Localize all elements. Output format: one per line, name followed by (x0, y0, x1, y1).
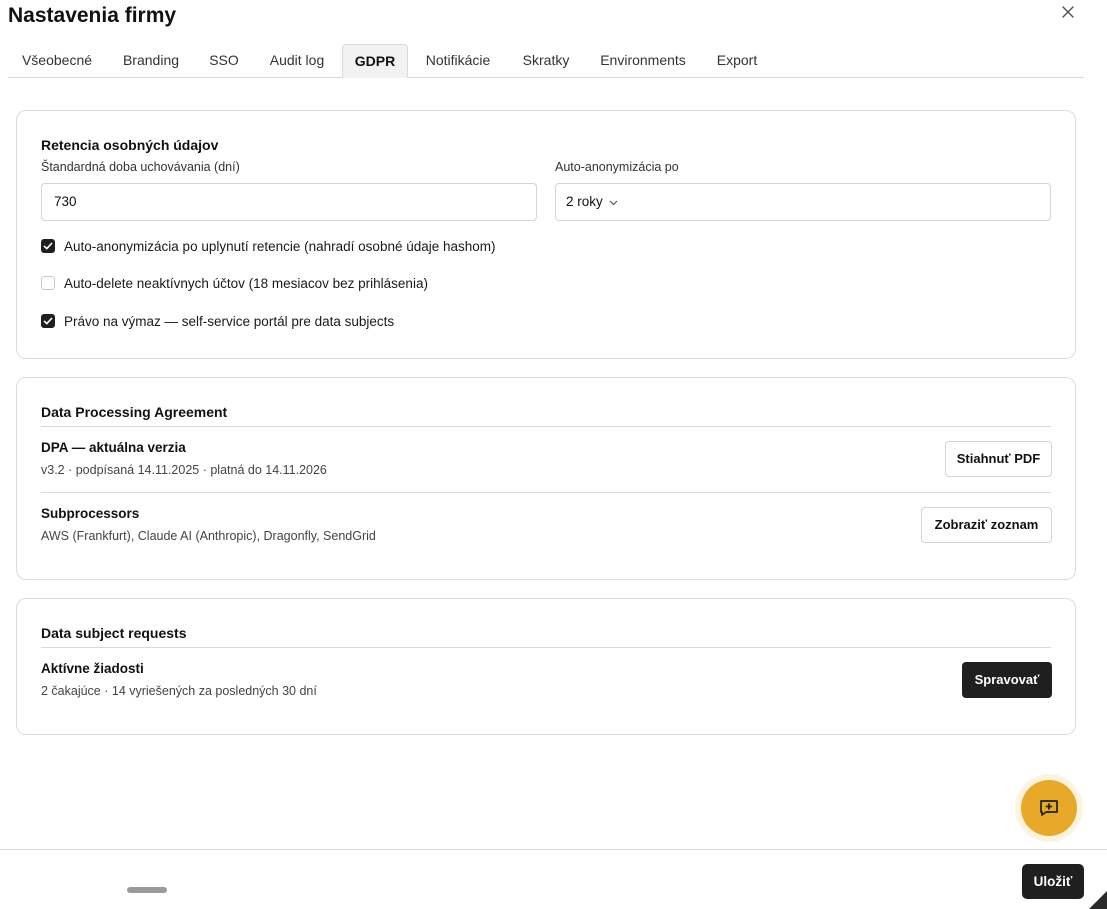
checkbox-unchecked[interactable] (41, 276, 55, 290)
check-label: Auto-anonymizácia po uplynutí retencie (… (64, 238, 496, 254)
check-icon (43, 317, 53, 325)
subprocessors-subtitle: AWS (Frankfurt), Claude AI (Anthropic), … (41, 529, 376, 543)
feedback-icon (1040, 800, 1058, 816)
close-icon (1062, 6, 1074, 18)
retention-card: Retencia osobných údajov Štandardná doba… (16, 110, 1076, 359)
auto-anonymize-select[interactable]: 2 roky (555, 183, 1051, 221)
check-auto-delete[interactable]: Auto-delete neaktívnych účtov (18 mesiac… (41, 274, 428, 292)
tab-bar: Všeobecné Branding SSO Audit log GDPR No… (8, 44, 1084, 78)
footer-bar: Uložiť (0, 849, 1107, 909)
dsr-card: Data subject requests Aktívne žiadosti 2… (16, 598, 1076, 735)
retention-title: Retencia osobných údajov (41, 137, 219, 153)
divider (41, 492, 1051, 493)
tab-notifikacie[interactable]: Notifikácie (414, 44, 502, 78)
save-button[interactable]: Uložiť (1022, 864, 1084, 899)
active-requests-title: Aktívne žiadosti (41, 661, 144, 676)
drag-handle[interactable] (127, 887, 167, 893)
divider (41, 647, 1051, 648)
manage-button[interactable]: Spravovať (962, 662, 1052, 698)
checkbox-checked[interactable] (41, 239, 55, 253)
divider (41, 426, 1051, 427)
tab-gdpr[interactable]: GDPR (342, 44, 408, 78)
dsr-title: Data subject requests (41, 625, 187, 641)
download-pdf-button[interactable]: Stiahnuť PDF (945, 441, 1052, 477)
tab-branding[interactable]: Branding (109, 44, 193, 78)
chevron-down-icon (609, 184, 618, 220)
checkbox-checked[interactable] (41, 314, 55, 328)
settings-page: Nastavenia firmy Všeobecné Branding SSO … (0, 0, 1107, 909)
storage-duration-label: Štandardná doba uchovávania (dní) (41, 160, 240, 174)
show-list-button[interactable]: Zobraziť zoznam (921, 507, 1052, 543)
tab-environments[interactable]: Environments (591, 44, 695, 78)
auto-anonymize-label: Auto-anonymizácia po (555, 160, 679, 174)
dpa-current-title: DPA — aktuálna verzia (41, 440, 186, 455)
auto-anonymize-value: 2 roky (566, 194, 603, 209)
check-label: Auto-delete neaktívnych účtov (18 mesiac… (64, 275, 428, 291)
feedback-fab-button[interactable] (1021, 780, 1077, 836)
subprocessors-title: Subprocessors (41, 506, 140, 521)
dpa-card: Data Processing Agreement DPA — aktuálna… (16, 377, 1076, 580)
tab-vseobecne[interactable]: Všeobecné (8, 44, 106, 78)
tab-audit-log[interactable]: Audit log (257, 44, 337, 78)
storage-duration-input[interactable]: 730 (41, 183, 537, 221)
dpa-current-subtitle: v3.2 · podpísaná 14.11.2025 · platná do … (41, 463, 327, 477)
check-auto-anonymize[interactable]: Auto-anonymizácia po uplynutí retencie (… (41, 237, 496, 255)
check-label: Právo na výmaz — self-service portál pre… (64, 313, 395, 329)
close-button[interactable] (1058, 2, 1078, 22)
tab-export[interactable]: Export (708, 44, 766, 78)
active-requests-subtitle: 2 čakajúce · 14 vyriešených za poslednýc… (41, 684, 317, 698)
tab-skratky[interactable]: Skratky (513, 44, 579, 78)
check-icon (43, 242, 53, 250)
page-title: Nastavenia firmy (8, 4, 177, 27)
check-right-to-erasure[interactable]: Právo na výmaz — self-service portál pre… (41, 312, 394, 330)
dpa-title: Data Processing Agreement (41, 404, 228, 420)
tab-sso[interactable]: SSO (198, 44, 250, 78)
